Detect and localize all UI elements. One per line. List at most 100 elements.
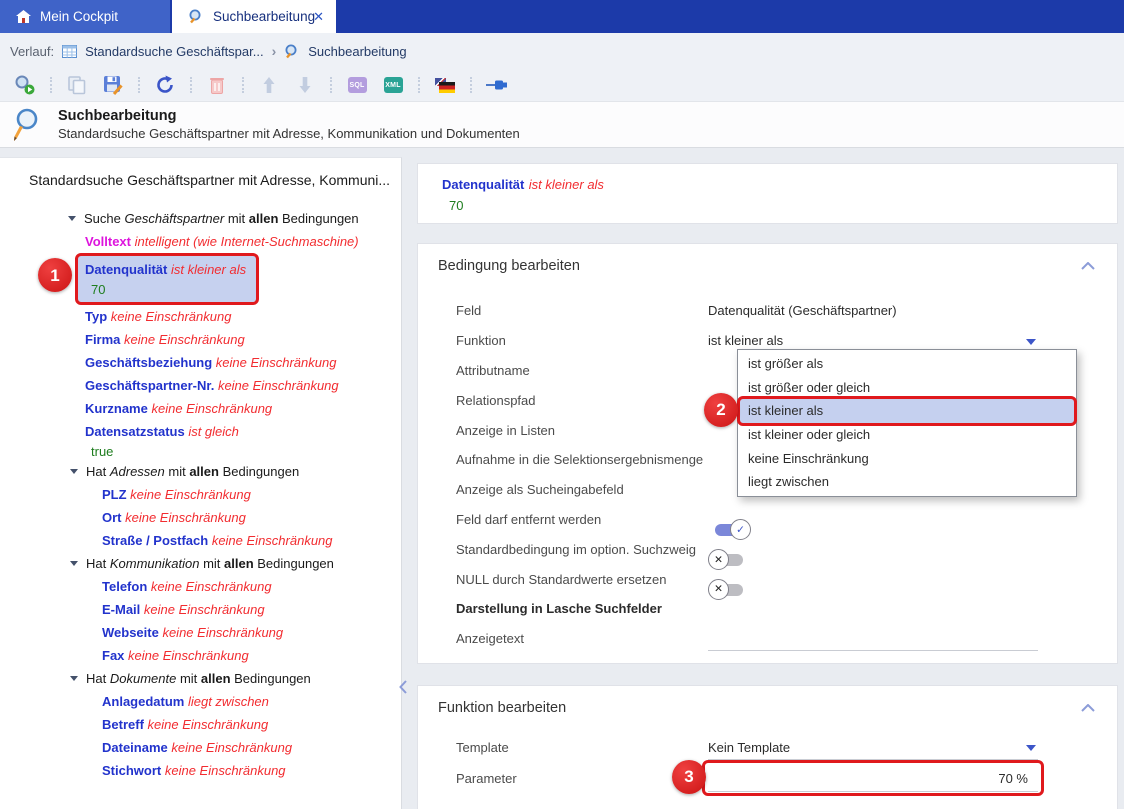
tree-group-node[interactable]: Hat Kommunikation mit allen Bedingungen: [0, 552, 401, 575]
tree-field-value: 70: [85, 281, 246, 298]
tree-field-name: Kurzname: [85, 401, 148, 416]
form-row: Standardbedingung im option. Suchzweig✕: [418, 534, 1117, 564]
tree-title: Standardsuche Geschäftspartner mit Adres…: [29, 172, 401, 188]
tree-field-name: PLZ: [102, 487, 127, 502]
tree-condition-dateiname[interactable]: Dateiname keine Einschränkung: [0, 736, 401, 759]
move-down-icon[interactable]: [294, 74, 316, 96]
collapse-triangle-icon[interactable]: [70, 561, 78, 566]
collapse-panel-button[interactable]: [399, 680, 407, 694]
tree-field-function: keine Einschränkung: [159, 625, 283, 640]
tree-field-name: E-Mail: [102, 602, 140, 617]
save-icon[interactable]: [102, 74, 124, 96]
tree-condition-typ[interactable]: Typ keine Einschränkung: [0, 305, 401, 328]
condition-value: 70: [449, 197, 1117, 214]
tree-field-name: Stichwort: [102, 763, 161, 778]
breadcrumb-item-suchbearbeitung[interactable]: Suchbearbeitung: [308, 44, 406, 59]
tree-field-function: intelligent (wie Internet-Suchmaschine): [131, 234, 359, 249]
dropdown-option-keine-einschränkung[interactable]: keine Einschränkung: [738, 446, 1076, 470]
tree-field-name: Telefon: [102, 579, 147, 594]
search-edit-large-icon: [10, 107, 46, 143]
tree-group-node[interactable]: Hat Adressen mit allen Bedingungen: [0, 460, 401, 483]
tree-condition-straße-postfach[interactable]: Straße / Postfach keine Einschränkung: [0, 529, 401, 552]
move-up-icon[interactable]: [258, 74, 280, 96]
tree-condition-volltext[interactable]: Volltext intelligent (wie Internet-Suchm…: [0, 230, 401, 253]
tree-root-node[interactable]: Suche Geschäftspartner mit allen Bedingu…: [0, 207, 401, 230]
condition-tree: Suche Geschäftspartner mit allen Bedingu…: [0, 207, 401, 782]
collapse-chevron-icon[interactable]: [1081, 262, 1095, 270]
dropdown-option-ist-größer-oder-gleich[interactable]: ist größer oder gleich: [738, 376, 1076, 400]
app-window: Mein Cockpit Suchbearbeitung ✕ Verlauf: …: [0, 0, 1124, 809]
form-row: Darstellung in Lasche Suchfelder: [418, 594, 1117, 624]
collapse-chevron-icon[interactable]: [1081, 704, 1095, 712]
selected-condition-card: Datenqualität ist kleiner als 70: [417, 163, 1118, 224]
tree-condition-webseite[interactable]: Webseite keine Einschränkung: [0, 621, 401, 644]
text-input[interactable]: [708, 626, 1038, 651]
template-select[interactable]: Kein Template: [708, 735, 1038, 760]
sql-export-icon[interactable]: SQL: [346, 74, 368, 96]
breadcrumb-item-standardsuche[interactable]: Standardsuche Geschäftspar...: [85, 44, 264, 59]
tree-condition-ort[interactable]: Ort keine Einschränkung: [0, 506, 401, 529]
tree-field-function: keine Einschränkung: [144, 717, 268, 732]
refresh-icon[interactable]: [154, 74, 176, 96]
search-edit-icon: [188, 9, 204, 24]
tree-condition-datensatzstatus[interactable]: Datensatzstatus ist gleichtrue: [0, 420, 401, 460]
function-select[interactable]: ist kleiner als: [708, 333, 1038, 348]
dropdown-option-ist-kleiner-als[interactable]: ist kleiner als2: [738, 399, 1076, 423]
run-search-icon[interactable]: [14, 74, 36, 96]
form-row: Feld darf entfernt werden✓: [418, 505, 1117, 535]
tree-condition-stichwort[interactable]: Stichwort keine Einschränkung: [0, 759, 401, 782]
chevron-right-icon: ›: [272, 43, 277, 59]
field-label: Anzeigetext: [418, 631, 708, 646]
toolbar-separator: [330, 77, 332, 93]
field-label: Feld darf entfernt werden: [418, 512, 708, 527]
tree-field-function: keine Einschränkung: [120, 332, 244, 347]
parameter-label: Parameter: [418, 771, 708, 786]
tab-suchbearbeitung[interactable]: Suchbearbeitung ✕: [172, 0, 336, 33]
field-value: Datenqualität (Geschäftspartner): [708, 303, 1038, 318]
tree-condition-kurzname[interactable]: Kurzname keine Einschränkung: [0, 397, 401, 420]
tree-field-function: keine Einschränkung: [212, 355, 336, 370]
tree-condition-geschäftsbeziehung[interactable]: Geschäftsbeziehung keine Einschränkung: [0, 351, 401, 374]
tree-condition-fax[interactable]: Fax keine Einschränkung: [0, 644, 401, 667]
tree-condition-betreff[interactable]: Betreff keine Einschränkung: [0, 713, 401, 736]
tree-condition-telefon[interactable]: Telefon keine Einschränkung: [0, 575, 401, 598]
dropdown-option-ist-größer-als[interactable]: ist größer als: [738, 352, 1076, 376]
tree-condition-datenqualität[interactable]: Datenqualität ist kleiner als701: [0, 253, 401, 305]
collapse-triangle-icon[interactable]: [68, 216, 76, 221]
condition-field: Datenqualität: [442, 177, 524, 192]
tree-condition-anlagedatum[interactable]: Anlagedatum liegt zwischen: [0, 690, 401, 713]
dropdown-option-ist-kleiner-oder-gleich[interactable]: ist kleiner oder gleich: [738, 423, 1076, 447]
function-edit-panel: Funktion bearbeiten Template Kein Templa…: [417, 685, 1118, 809]
tree-group-node[interactable]: Hat Dokumente mit allen Bedingungen: [0, 667, 401, 690]
pin-icon[interactable]: [486, 74, 508, 96]
page-header: Suchbearbeitung Standardsuche Geschäftsp…: [0, 102, 1124, 148]
tree-condition-plz[interactable]: PLZ keine Einschränkung: [0, 483, 401, 506]
tab-mein-cockpit[interactable]: Mein Cockpit: [0, 0, 170, 33]
field-label: Attributname: [418, 363, 708, 378]
tree-field-function: keine Einschränkung: [161, 763, 285, 778]
tree-field-name: Firma: [85, 332, 120, 347]
xml-export-icon[interactable]: XML: [382, 74, 404, 96]
field-label: Relationspfad: [418, 393, 708, 408]
dropdown-option-liegt-zwischen[interactable]: liegt zwischen: [738, 470, 1076, 494]
delete-icon[interactable]: [206, 74, 228, 96]
tree-field-function: keine Einschränkung: [208, 533, 332, 548]
tree-condition-firma[interactable]: Firma keine Einschränkung: [0, 328, 401, 351]
copy-icon[interactable]: [66, 74, 88, 96]
panel-title: Funktion bearbeiten: [438, 700, 566, 716]
toolbar-separator: [50, 77, 52, 93]
field-label: Darstellung in Lasche Suchfelder: [418, 601, 708, 616]
tree-condition-geschäftspartner-nr-[interactable]: Geschäftspartner-Nr. keine Einschränkung: [0, 374, 401, 397]
parameter-input[interactable]: 70 % 3: [708, 765, 1038, 792]
breadcrumb: Verlauf: Standardsuche Geschäftspar... ›…: [0, 33, 1124, 69]
close-icon[interactable]: ✕: [313, 9, 324, 25]
tree-condition-e-mail[interactable]: E-Mail keine Einschränkung: [0, 598, 401, 621]
collapse-triangle-icon[interactable]: [70, 676, 78, 681]
collapse-triangle-icon[interactable]: [70, 469, 78, 474]
tree-field-value: true: [85, 443, 401, 460]
tree-field-name: Dateiname: [102, 740, 168, 755]
annotation-circle-1: 1: [38, 258, 72, 292]
annotation-box-3: [702, 760, 1044, 796]
sql-badge: SQL: [348, 77, 367, 93]
language-german-icon[interactable]: [434, 74, 456, 96]
